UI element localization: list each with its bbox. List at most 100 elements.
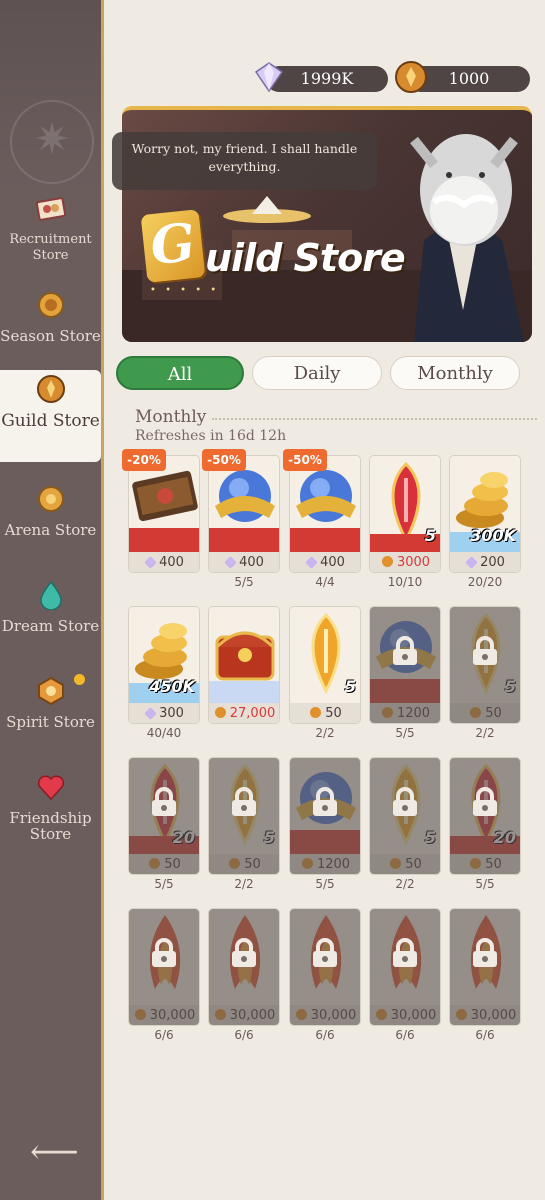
store-item-card[interactable]: 27,000 xyxy=(208,606,280,734)
sidebar-item-label: Friendship Store xyxy=(9,809,92,843)
season-coin-icon xyxy=(38,292,64,318)
back-arrow-icon[interactable]: ⟵ xyxy=(30,1132,79,1172)
item-price: 50 xyxy=(129,854,199,874)
compass-emblem-icon xyxy=(10,100,94,184)
gem-icon xyxy=(465,556,478,569)
banner-ornament: • • • • • xyxy=(150,285,220,296)
store-item-card[interactable]: 5 50 2/2 xyxy=(449,606,521,740)
section-divider xyxy=(212,418,537,420)
lock-icon xyxy=(473,636,497,665)
guild-coin-icon xyxy=(229,858,241,869)
price-value: 27,000 xyxy=(229,706,276,721)
item-frame: 300K 200 xyxy=(449,455,521,573)
lock-icon xyxy=(393,636,417,665)
store-item-card[interactable]: 400 -50% 5/5 xyxy=(202,449,280,589)
gem-icon xyxy=(144,556,157,569)
sidebar-item-label: Spirit Store xyxy=(6,713,95,731)
lock-icon xyxy=(393,938,417,967)
price-value: 3000 xyxy=(396,555,431,570)
ticket-icon xyxy=(36,197,66,221)
store-item-card[interactable]: 5 50 2/2 xyxy=(369,757,441,891)
price-value: 30,000 xyxy=(229,1008,276,1023)
store-item-card[interactable]: 30,000 6/6 xyxy=(449,908,521,1042)
guild-coin-icon xyxy=(470,858,482,869)
lock-icon xyxy=(473,787,497,816)
purchase-limit: 6/6 xyxy=(315,1028,335,1042)
store-item-card[interactable]: 1200 5/5 xyxy=(369,606,441,740)
notification-dot xyxy=(74,674,85,685)
item-price: 400 xyxy=(129,552,199,572)
store-item-card[interactable]: 30,000 6/6 xyxy=(128,908,200,1042)
store-item-card[interactable]: 30,000 6/6 xyxy=(369,908,441,1042)
lock-icon xyxy=(152,787,176,816)
item-price: 200 xyxy=(450,552,520,572)
guild-coin-icon xyxy=(470,707,482,718)
purchase-limit: 6/6 xyxy=(154,1028,174,1042)
guild-coin-icon xyxy=(375,1009,387,1020)
gem-icon xyxy=(254,62,284,93)
store-item-card[interactable]: 5 50 2/2 xyxy=(208,757,280,891)
store-item-card[interactable]: 300K 200 20/20 xyxy=(449,455,521,589)
purchase-limit: 20/20 xyxy=(467,575,503,589)
store-item-card[interactable]: 5 50 2/2 xyxy=(289,606,361,740)
item-price: 27,000 xyxy=(209,703,279,723)
item-price: 50 xyxy=(450,703,520,723)
item-quantity: 20 xyxy=(172,828,195,847)
item-frame: 5 50 xyxy=(289,606,361,724)
item-quantity: 20 xyxy=(493,828,516,847)
store-item-card[interactable]: 30,000 6/6 xyxy=(289,908,361,1042)
item-price: 30,000 xyxy=(290,1005,360,1025)
guild-coin-icon xyxy=(310,707,322,718)
store-item-card[interactable]: 20 50 5/5 xyxy=(128,757,200,891)
item-price: 30,000 xyxy=(129,1005,199,1025)
purchase-limit: 5/5 xyxy=(234,575,254,589)
speech-text: Worry not, my friend. I shall handle eve… xyxy=(131,141,358,174)
item-price: 30,000 xyxy=(370,1005,440,1025)
item-quantity: 5 xyxy=(504,677,516,696)
tab-daily[interactable]: Daily xyxy=(252,356,382,390)
store-item-card[interactable]: 400 -50% 4/4 xyxy=(283,449,361,589)
lock-icon xyxy=(313,938,337,967)
discount-badge: -50% xyxy=(283,449,327,471)
price-value: 200 xyxy=(480,555,505,570)
sidebar-item-recruitment[interactable]: Recruitment Store xyxy=(0,190,101,286)
lock-icon xyxy=(313,787,337,816)
price-value: 300 xyxy=(159,706,184,721)
lock-icon xyxy=(393,787,417,816)
refresh-timer: Refreshes in 16d 12h xyxy=(135,428,287,444)
filter-tabs: All Daily Monthly xyxy=(114,348,540,400)
sidebar-item-arena[interactable]: Arena Store xyxy=(0,480,101,576)
section-title: Monthly xyxy=(135,407,207,427)
price-value: 50 xyxy=(485,706,502,721)
tab-monthly[interactable]: Monthly xyxy=(390,356,520,390)
item-frame: 5 3000 xyxy=(369,455,441,573)
store-item-card[interactable]: 450K 300 40/40 xyxy=(128,606,200,740)
tab-all[interactable]: All xyxy=(116,356,244,390)
serving-tray-icon xyxy=(223,196,311,223)
guild-coin-icon xyxy=(37,375,65,403)
guild-coin-icon xyxy=(455,1009,467,1020)
item-quantity: 5 xyxy=(424,828,436,847)
item-frame: 27,000 xyxy=(208,606,280,724)
purchase-limit: 10/10 xyxy=(387,575,423,589)
price-value: 1200 xyxy=(396,706,431,721)
item-price: 50 xyxy=(370,854,440,874)
price-value: 30,000 xyxy=(310,1008,357,1023)
banner-title: uild Store xyxy=(205,236,406,280)
store-item-card[interactable]: 20 50 5/5 xyxy=(449,757,521,891)
spirit-coin-icon xyxy=(38,676,64,706)
sidebar-item-guild[interactable]: Guild Store xyxy=(0,370,101,462)
store-item-card[interactable]: 30,000 6/6 xyxy=(208,908,280,1042)
heart-icon xyxy=(37,775,65,801)
sidebar-item-season[interactable]: Season Store xyxy=(0,286,101,382)
store-item-card[interactable]: 400 -20% xyxy=(122,449,200,583)
store-item-card[interactable]: 5 3000 10/10 xyxy=(369,455,441,589)
purchase-limit: 5/5 xyxy=(395,726,415,740)
store-item-card[interactable]: 1200 5/5 xyxy=(289,757,361,891)
sidebar-item-dream[interactable]: Dream Store xyxy=(0,576,101,672)
gem-count: 1999K xyxy=(300,69,354,88)
sidebar-item-friendship[interactable]: Friendship Store xyxy=(0,768,101,864)
purchase-limit: 5/5 xyxy=(154,877,174,891)
sidebar-item-spirit[interactable]: Spirit Store xyxy=(0,672,101,768)
gem-icon xyxy=(224,556,237,569)
